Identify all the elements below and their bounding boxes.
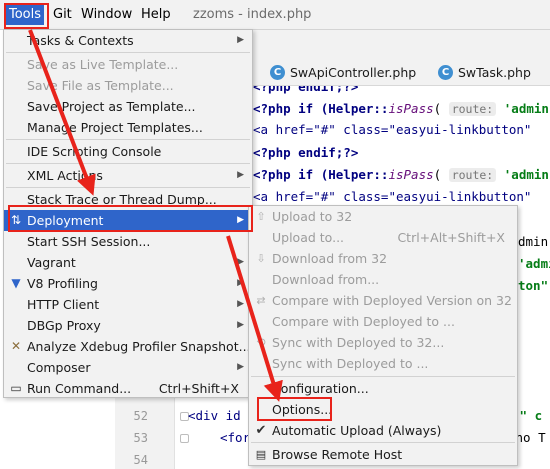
shortcut-label: Ctrl+Shift+X: [158, 381, 239, 396]
submenu-item-upload-to-32[interactable]: ⇧ Upload to 32: [249, 206, 517, 227]
submenu-item-download-from[interactable]: Download from...: [249, 269, 517, 290]
menu-help[interactable]: Help: [138, 5, 174, 25]
menu-item-tasks-contexts[interactable]: Tasks & Contexts ▶: [4, 30, 252, 51]
fold-marker-icon[interactable]: [180, 434, 189, 443]
shortcut-label: Ctrl+Alt+Shift+X: [397, 230, 505, 245]
terminal-icon: ▭: [10, 381, 22, 395]
tab-swtask[interactable]: C SwTask.php: [438, 62, 531, 84]
code-fragment: ton": [518, 278, 549, 293]
menu-separator: [6, 139, 250, 140]
annotation-box-deployment: [8, 205, 253, 232]
annotation-box-options: [257, 397, 332, 421]
menu-separator: [6, 187, 250, 188]
submenu-arrow-icon: ▶: [237, 299, 244, 309]
submenu-arrow-icon: ▶: [237, 35, 244, 45]
submenu-arrow-icon: ▶: [237, 170, 244, 180]
download-icon: ⇩: [256, 252, 266, 265]
menu-item-v8-profiling[interactable]: ▼ V8 Profiling ▶: [4, 273, 252, 294]
editor-tabbar: C SwApiController.php C SwTask.php: [248, 30, 550, 86]
code-line: <?php if (Helper::isPass( route: 'admin: [253, 167, 549, 182]
compare-icon: ⇄: [256, 294, 266, 307]
xdebug-icon: ✕: [10, 339, 22, 353]
code-line: <?php if (Helper::isPass( route: 'admin: [253, 101, 549, 116]
submenu-item-compare-deployed-32[interactable]: ⇄ Compare with Deployed Version on 32: [249, 290, 517, 311]
menu-item-vagrant[interactable]: Vagrant ▶: [4, 252, 252, 273]
menu-item-dbgp-proxy[interactable]: DBGp Proxy ▶: [4, 315, 252, 336]
annotation-box-tools: [4, 3, 49, 29]
php-class-icon: C: [438, 65, 453, 80]
tab-label: SwApiController.php: [290, 65, 417, 80]
menu-item-save-file-template[interactable]: Save File as Template...: [4, 75, 252, 96]
submenu-item-download-from-32[interactable]: ⇩ Download from 32: [249, 248, 517, 269]
menubar: Tools Git Window Help zzoms - index.php: [0, 0, 550, 30]
submenu-item-upload-to[interactable]: Upload to... Ctrl+Alt+Shift+X: [249, 227, 517, 248]
v8-icon: ▼: [11, 276, 21, 290]
menu-item-analyze-xdebug[interactable]: ✕ Analyze Xdebug Profiler Snapshot...: [4, 336, 252, 357]
sync-icon: ⟲: [256, 336, 266, 349]
tab-swapicontroller[interactable]: C SwApiController.php: [270, 62, 416, 84]
code-fragment: dmin: [518, 234, 549, 249]
deployment-submenu: ⇧ Upload to 32 Upload to... Ctrl+Alt+Shift…: [248, 205, 518, 466]
menu-separator: [251, 442, 515, 443]
tab-label: SwTask.php: [458, 65, 531, 80]
remote-host-icon: ▤: [255, 448, 267, 461]
submenu-item-sync-deployed[interactable]: Sync with Deployed to ...: [249, 353, 517, 374]
code-line: <for: [220, 430, 251, 445]
code-fragment: 'admin: [518, 256, 550, 271]
checkmark-icon: ✔: [255, 423, 267, 438]
menu-separator: [251, 376, 515, 377]
menu-item-save-live-template[interactable]: Save as Live Template...: [4, 54, 252, 75]
menu-item-run-command[interactable]: ▭ Run Command... Ctrl+Shift+X: [4, 378, 252, 399]
menu-item-start-ssh-session[interactable]: Start SSH Session...: [4, 231, 252, 252]
submenu-arrow-icon: ▶: [237, 278, 244, 288]
code-line: <div id: [188, 408, 241, 423]
menu-separator: [6, 163, 250, 164]
submenu-item-automatic-upload[interactable]: ✔ Automatic Upload (Always): [249, 420, 517, 441]
code-line: <?php endif;?>: [253, 145, 359, 160]
menu-item-save-project-template[interactable]: Save Project as Template...: [4, 96, 252, 117]
php-class-icon: C: [270, 65, 285, 80]
menu-item-ide-scripting-console[interactable]: IDE Scripting Console: [4, 141, 252, 162]
line-number: 54: [133, 453, 148, 467]
menu-separator: [6, 52, 250, 53]
line-number: 53: [133, 431, 148, 445]
menu-git[interactable]: Git: [50, 5, 75, 25]
menu-item-composer[interactable]: Composer ▶: [4, 357, 252, 378]
line-number: 52: [133, 409, 148, 423]
upload-icon: ⇧: [256, 210, 266, 223]
submenu-arrow-icon: ▶: [237, 362, 244, 372]
submenu-arrow-icon: ▶: [237, 320, 244, 330]
submenu-item-compare-deployed[interactable]: Compare with Deployed to ...: [249, 311, 517, 332]
code-line: <a href="#" class="easyui-linkbutton": [253, 122, 532, 137]
menu-item-xml-actions[interactable]: XML Actions ▶: [4, 165, 252, 186]
submenu-item-sync-deployed-32[interactable]: ⟲ Sync with Deployed to 32...: [249, 332, 517, 353]
submenu-item-configuration[interactable]: Configuration...: [249, 378, 517, 399]
menu-window[interactable]: Window: [78, 5, 135, 25]
submenu-item-browse-remote-host[interactable]: ▤ Browse Remote Host: [249, 444, 517, 465]
menu-item-manage-project-templates[interactable]: Manage Project Templates...: [4, 117, 252, 138]
submenu-arrow-icon: ▶: [237, 257, 244, 267]
menu-item-http-client[interactable]: HTTP Client ▶: [4, 294, 252, 315]
window-title: zzoms - index.php: [193, 7, 312, 22]
